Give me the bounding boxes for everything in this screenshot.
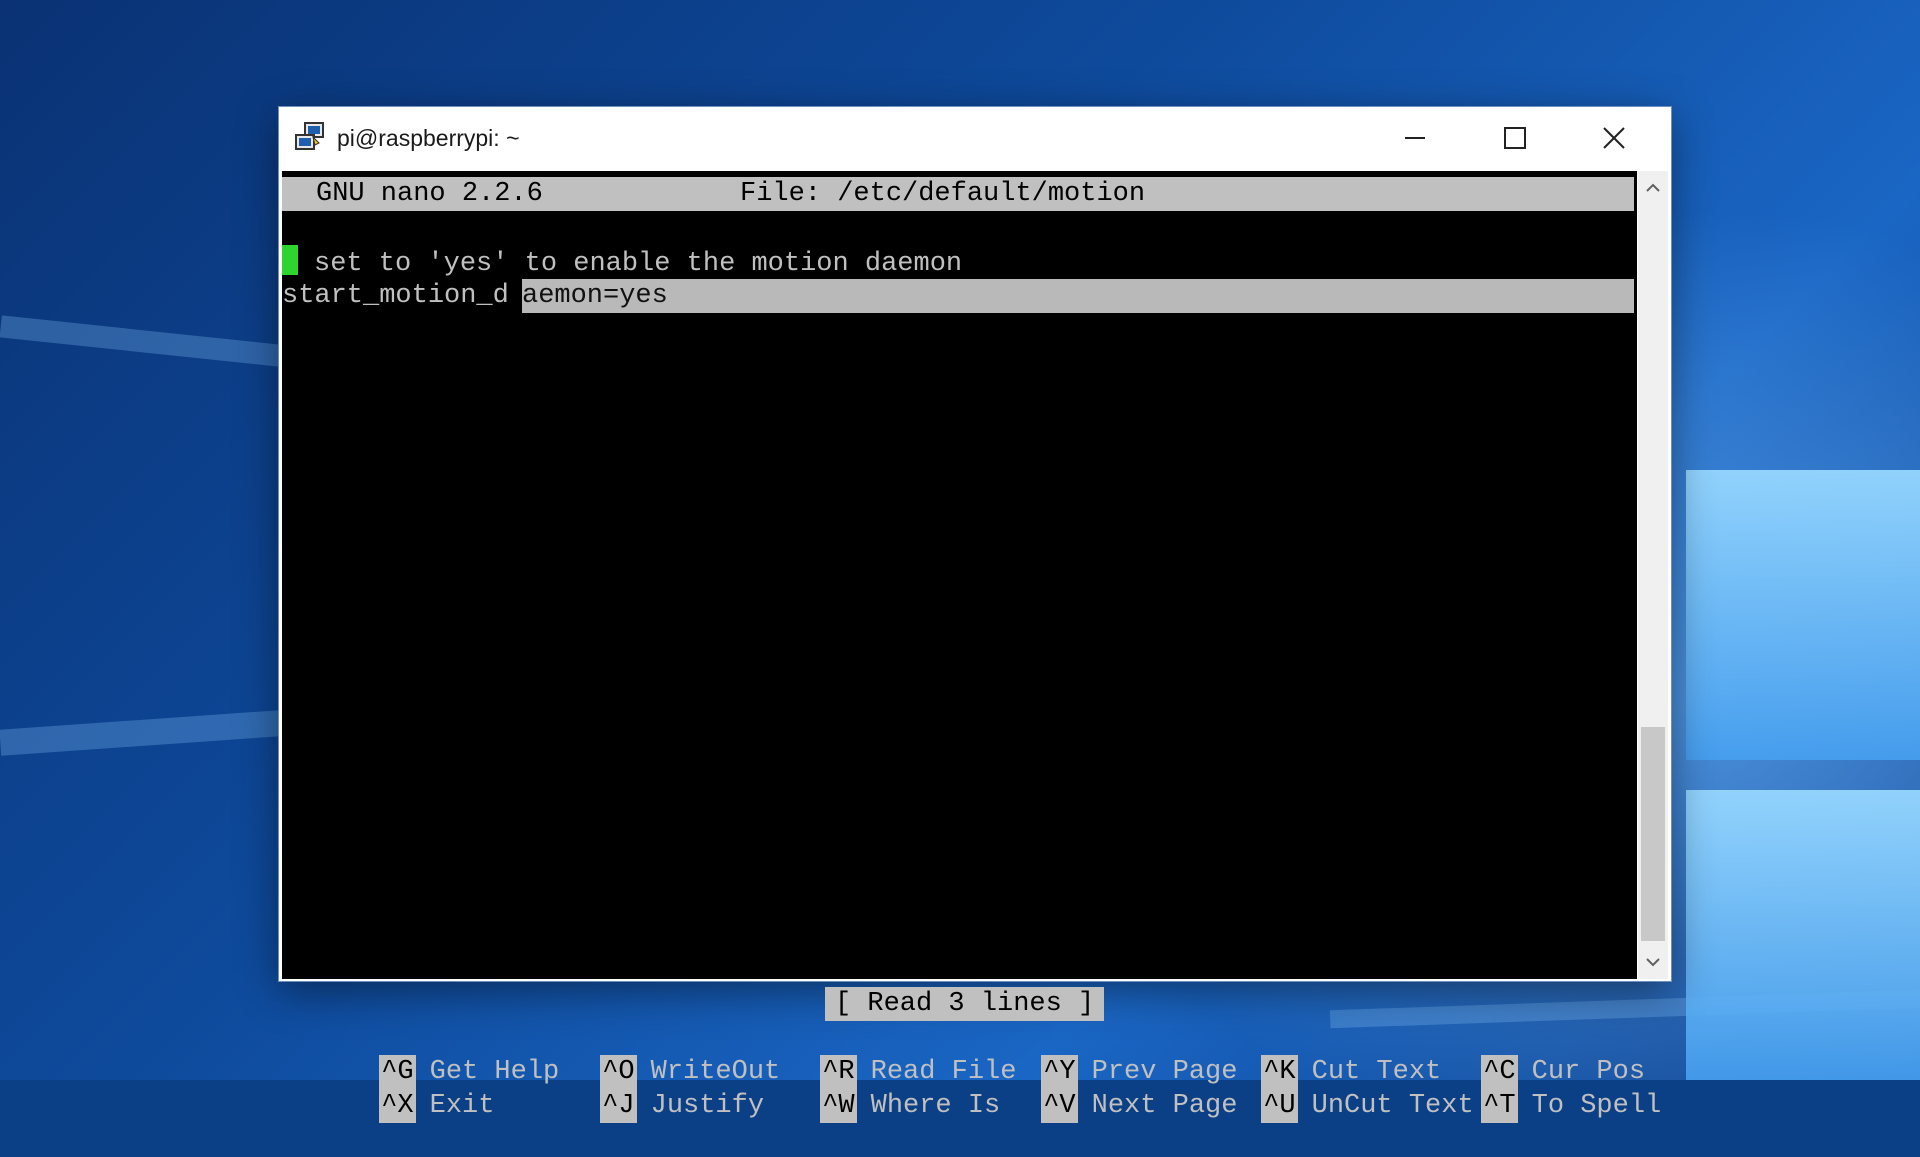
text-cursor — [282, 245, 298, 275]
terminal-screen[interactable]: GNU nano 2.2.6 File: /etc/default/motion… — [282, 171, 1661, 1123]
scroll-down-button[interactable] — [1638, 945, 1668, 979]
editor-line-comment[interactable]: set to 'yes' to enable the motion daemon — [282, 245, 962, 279]
scrollbar-thumb[interactable] — [1641, 727, 1665, 941]
setting-text-end: aemon=yes — [522, 281, 668, 311]
status-message: [ Read 3 lines ] — [825, 987, 1105, 1021]
nano-header-bar: GNU nano 2.2.6 File: /etc/default/motion — [282, 177, 1634, 211]
window-title: pi@raspberrypi: ~ — [337, 125, 520, 151]
maximize-button[interactable] — [1492, 115, 1538, 161]
shortcut-key: ^W — [820, 1089, 857, 1123]
window-pane-light — [1686, 470, 1920, 760]
shortcut-cur-pos: ^C Cur Pos — [1384, 1021, 1645, 1089]
putty-window[interactable]: pi@raspberrypi: ~ GNU nano 2.2.6 File: /… — [279, 107, 1671, 1123]
nano-file-name: File: /etc/default/motion — [740, 179, 1146, 209]
comment-text: set to 'yes' to enable the motion daemon — [314, 249, 963, 279]
close-button[interactable] — [1591, 115, 1637, 161]
vertical-scrollbar[interactable] — [1638, 171, 1668, 979]
title-bar[interactable]: pi@raspberrypi: ~ — [279, 107, 1671, 169]
putty-icon[interactable] — [293, 121, 327, 155]
shortcut-key: ^X — [379, 1089, 416, 1123]
shortcut-key: ^U — [1261, 1089, 1298, 1123]
light-beam — [0, 315, 281, 367]
minimize-icon — [1405, 137, 1425, 139]
shortcut-label: To Spell — [1531, 1091, 1662, 1121]
light-beam — [0, 710, 281, 756]
shortcut-label: Exit — [429, 1091, 495, 1121]
scroll-up-button[interactable] — [1638, 171, 1668, 205]
shortcut-key: ^V — [1041, 1089, 1078, 1123]
shortcut-exit: ^X Exit — [282, 1055, 494, 1123]
chevron-up-icon — [1646, 183, 1660, 192]
nano-version: GNU nano 2.2.6 — [316, 179, 543, 209]
line-highlight — [522, 279, 1634, 313]
setting-text-start: start_motion_d — [282, 281, 509, 311]
shortcut-key: ^T — [1481, 1089, 1518, 1123]
shortcut-to-spell: ^T To Spell — [1384, 1055, 1661, 1123]
editor-line-setting[interactable]: start_motion_d aemon=yes — [282, 279, 1634, 313]
maximize-icon — [1504, 127, 1526, 149]
shortcut-key: ^J — [600, 1089, 637, 1123]
minimize-button[interactable] — [1392, 115, 1438, 161]
window-pane-light — [1686, 790, 1920, 1080]
close-icon — [1603, 127, 1625, 149]
chevron-down-icon — [1646, 958, 1660, 967]
